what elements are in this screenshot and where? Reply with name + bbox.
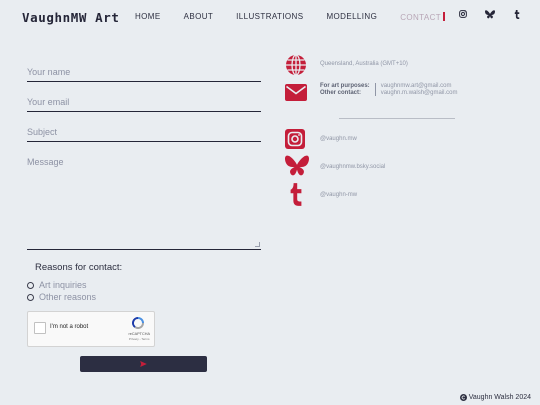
radio-dot[interactable] — [27, 293, 34, 301]
nav-modelling[interactable]: MODELLING — [326, 12, 377, 22]
tumblr-icon[interactable] — [503, 8, 530, 20]
recaptcha-label: I'm not a robot — [50, 324, 89, 330]
recaptcha-brand: reCAPTCHA Privacy - Terms — [128, 332, 150, 341]
instagram-icon[interactable] — [449, 8, 476, 20]
subject-field[interactable]: Subject — [27, 127, 261, 142]
radio-other-reasons[interactable]: Other reasons — [27, 292, 96, 302]
nav-home[interactable]: HOME — [135, 12, 161, 22]
email-art[interactable]: vaughnmw.art@gmail.com — [381, 83, 458, 89]
tumblr-handle[interactable]: @vaughn-mw — [320, 192, 357, 198]
main-nav: HOME ABOUT ILLUSTRATIONS MODELLING CONTA… — [135, 12, 468, 22]
send-button[interactable] — [80, 356, 207, 372]
instagram-handle[interactable]: @vaughn.mw — [320, 136, 357, 142]
bluesky-handle[interactable]: @vaughnmw.bsky.social — [320, 164, 385, 170]
bluesky-icon[interactable] — [285, 155, 309, 177]
reasons-title: Reasons for contact: — [35, 262, 123, 273]
copyright-icon — [459, 394, 467, 401]
radio-dot[interactable] — [27, 281, 34, 289]
divider — [339, 118, 455, 119]
name-field[interactable]: Your name — [27, 67, 261, 82]
globe-icon — [285, 54, 307, 76]
email-list: For art purposes: vaughnmw.art@gmail.com… — [320, 83, 457, 96]
recaptcha-icon — [132, 317, 144, 329]
email-label-other: Other contact: — [320, 90, 362, 96]
active-indicator — [443, 12, 446, 21]
social-links — [449, 8, 530, 20]
email-other[interactable]: vaughn.m.walsh@gmail.com — [381, 90, 458, 96]
location-text: Queensland, Australia (GMT+10) — [320, 61, 408, 67]
email-icon — [285, 83, 307, 101]
bluesky-icon[interactable] — [476, 8, 503, 20]
nav-about[interactable]: ABOUT — [184, 12, 214, 22]
email-field[interactable]: Your email — [27, 97, 261, 112]
footer: Vaughn Walsh 2024 — [459, 394, 531, 401]
email-label-art: For art purposes: — [320, 83, 370, 89]
email-separator — [374, 83, 376, 96]
nav-illustrations[interactable]: ILLUSTRATIONS — [236, 12, 303, 22]
brand-logo[interactable]: VaughnMW Art — [22, 10, 120, 25]
resize-handle[interactable] — [255, 242, 260, 247]
nav-contact[interactable]: CONTACT — [400, 12, 446, 22]
radio-art-inquiries[interactable]: Art inquiries — [27, 280, 87, 290]
recaptcha-checkbox[interactable] — [34, 322, 46, 334]
send-icon — [140, 361, 147, 367]
recaptcha-widget: I'm not a robot reCAPTCHA Privacy - Terms — [27, 311, 155, 347]
message-field[interactable]: Message — [27, 157, 261, 250]
instagram-icon[interactable] — [285, 129, 305, 149]
tumblr-icon[interactable] — [289, 183, 303, 206]
